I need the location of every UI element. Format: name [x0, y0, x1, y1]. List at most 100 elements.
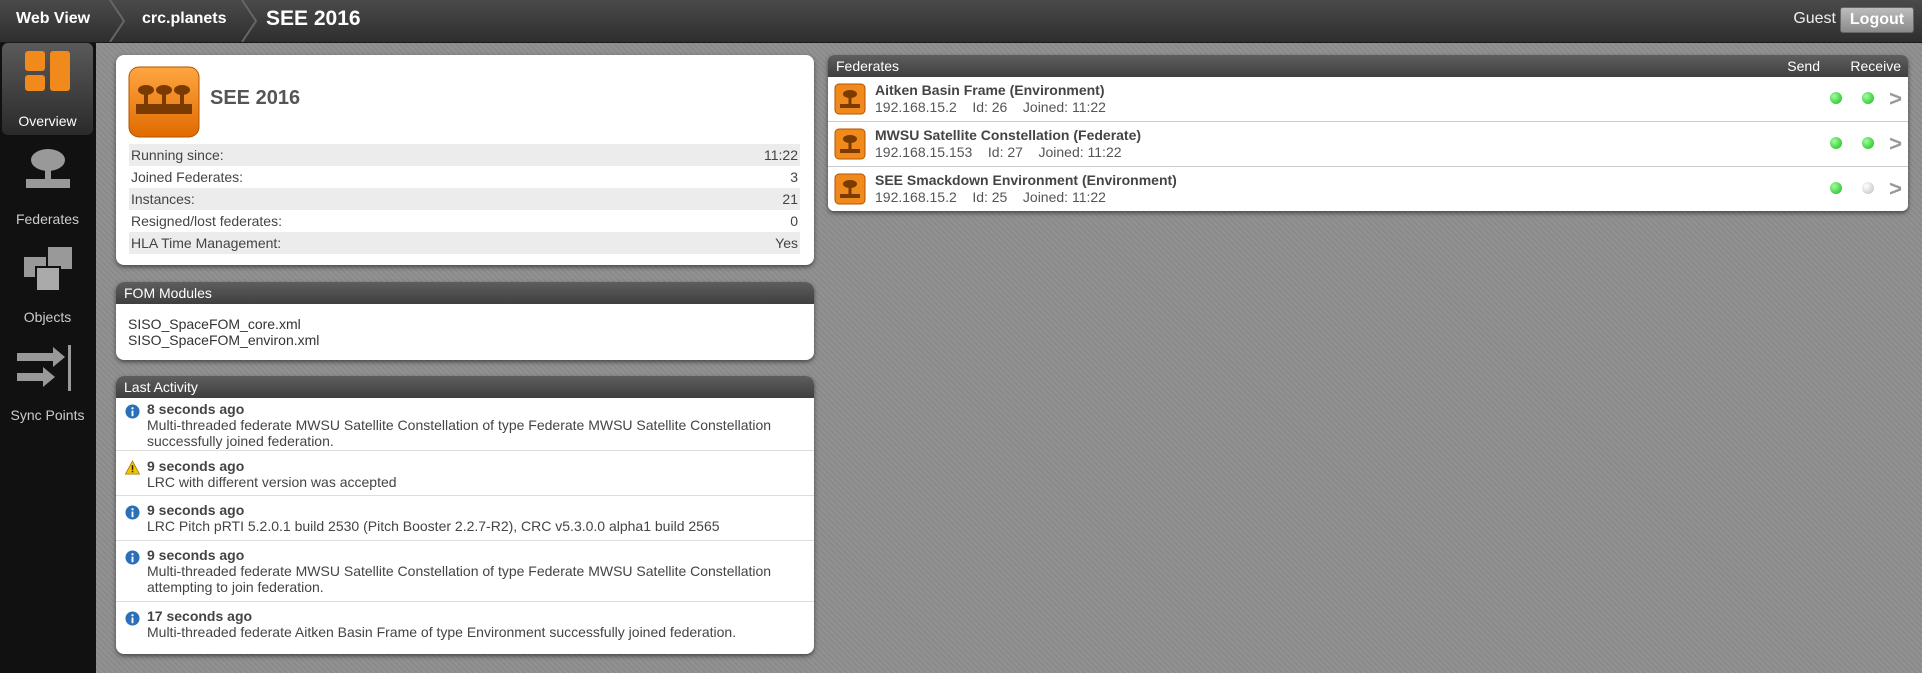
- sidebar-item-federates[interactable]: Federates: [2, 141, 93, 233]
- chevron-right-icon[interactable]: >: [1889, 176, 1902, 202]
- send-status-led: [1830, 182, 1842, 194]
- activity-item: 17 seconds ago Multi-threaded federate A…: [116, 602, 814, 644]
- breadcrumb-separator: [109, 0, 126, 42]
- stat-value: Yes: [775, 235, 798, 251]
- fom-module-item: SISO_SpaceFOM_environ.xml: [128, 332, 320, 348]
- info-icon: [125, 505, 140, 520]
- federate-info: 192.168.15.153 Id: 27 Joined: 11:22: [875, 144, 1122, 160]
- receive-status-led: [1862, 137, 1874, 149]
- panel-title: FOM Modules: [116, 282, 814, 304]
- user-name: Guest: [1793, 10, 1836, 27]
- last-activity-panel: Last Activity 8 seconds ago Multi-thread…: [116, 376, 814, 654]
- send-column-header: Send: [1787, 58, 1820, 74]
- activity-message: attempting to join federation.: [147, 579, 324, 595]
- federate-ip: 192.168.15.2: [875, 189, 957, 205]
- panel-title: Federates: [836, 58, 900, 74]
- activity-message: successfully joined federation.: [147, 433, 334, 449]
- chevron-right-icon[interactable]: >: [1889, 131, 1902, 157]
- panel-title: Last Activity: [116, 376, 814, 398]
- sync-points-icon: [16, 345, 71, 391]
- federate-row[interactable]: MWSU Satellite Constellation (Federate) …: [828, 122, 1908, 167]
- stat-time-management: HLA Time Management: Yes: [129, 232, 800, 254]
- federate-name: Aitken Basin Frame (Environment): [875, 82, 1105, 98]
- activity-time: 9 seconds ago: [147, 502, 245, 518]
- info-icon: [125, 550, 140, 565]
- federate-id: Id: 26: [972, 99, 1008, 115]
- stat-label: HLA Time Management:: [131, 235, 282, 251]
- activity-time: 17 seconds ago: [147, 608, 253, 624]
- stat-value: 11:22: [764, 147, 798, 163]
- logout-button[interactable]: Logout: [1840, 7, 1914, 33]
- federate-name: MWSU Satellite Constellation (Federate): [875, 127, 1142, 143]
- federate-joined: Joined: 11:22: [1038, 144, 1122, 160]
- stat-running-since: Running since: 11:22: [129, 144, 800, 166]
- activity-time: 9 seconds ago: [147, 458, 245, 474]
- federation-title: SEE 2016: [210, 87, 301, 109]
- federation-stats: Running since: 11:22 Joined Federates: 3 I…: [116, 144, 814, 254]
- breadcrumb-current: SEE 2016: [266, 7, 361, 30]
- activity-time: 9 seconds ago: [147, 547, 245, 563]
- fom-module-item: SISO_SpaceFOM_core.xml: [128, 316, 301, 332]
- info-icon: [125, 404, 140, 419]
- federate-joined: Joined: 11:22: [1022, 189, 1106, 205]
- activity-item: 8 seconds ago Multi-threaded federate MW…: [116, 398, 814, 451]
- federate-info: 192.168.15.2 Id: 26 Joined: 11:22: [875, 99, 1106, 115]
- federate-row[interactable]: Aitken Basin Frame (Environment) 192.168…: [828, 77, 1908, 122]
- federate-row[interactable]: SEE Smackdown Environment (Environment) …: [828, 167, 1908, 211]
- federate-ip: 192.168.15.2: [875, 99, 957, 115]
- federate-icon: [834, 128, 866, 160]
- stat-value: 0: [790, 213, 798, 229]
- breadcrumb-crc-planets[interactable]: crc.planets: [142, 0, 226, 42]
- stat-label: Running since:: [131, 147, 224, 163]
- activity-message: Multi-threaded federate MWSU Satellite C…: [147, 563, 772, 579]
- stat-value: 3: [790, 169, 798, 185]
- federates-icon: [25, 149, 70, 188]
- federate-joined: Joined: 11:22: [1022, 99, 1106, 115]
- stat-instances: Instances: 21: [129, 188, 800, 210]
- federate-id: Id: 27: [987, 144, 1023, 160]
- activity-message: LRC Pitch pRTI 5.2.0.1 build 2530 (Pitch…: [147, 518, 720, 534]
- breadcrumb-web-view[interactable]: Web View: [16, 0, 90, 42]
- sidebar-item-sync-points[interactable]: Sync Points: [2, 337, 93, 429]
- receive-status-led: [1862, 92, 1874, 104]
- activity-item: 9 seconds ago LRC with different version…: [116, 451, 814, 496]
- federation-summary-panel: SEE 2016 Running since: 11:22 Joined Fede…: [116, 55, 814, 265]
- objects-icon: [23, 247, 72, 292]
- stat-value: 21: [782, 191, 798, 207]
- sidebar-item-overview[interactable]: Overview: [2, 43, 93, 135]
- receive-column-header: Receive: [1850, 58, 1901, 74]
- sidebar-item-label: Overview: [18, 113, 77, 129]
- activity-time: 8 seconds ago: [147, 401, 245, 417]
- warning-icon: [125, 460, 140, 475]
- sidebar-item-label: Sync Points: [10, 407, 85, 423]
- federate-ip: 192.168.15.153: [875, 144, 973, 160]
- stat-label: Resigned/lost federates:: [131, 213, 282, 229]
- info-icon: [125, 611, 140, 626]
- sidebar-item-label: Federates: [15, 211, 80, 227]
- chevron-right-icon[interactable]: >: [1889, 86, 1902, 112]
- activity-list: 8 seconds ago Multi-threaded federate MW…: [116, 398, 814, 644]
- overview-icon: [24, 51, 70, 91]
- send-status-led: [1830, 92, 1842, 104]
- sidebar-item-label: Objects: [23, 309, 72, 325]
- top-bar: Web View crc.planets SEE 2016 Guest Logo…: [0, 0, 1922, 43]
- send-status-led: [1830, 137, 1842, 149]
- stat-label: Joined Federates:: [131, 169, 244, 185]
- fom-modules-panel: FOM Modules SISO_SpaceFOM_core.xml SISO_…: [116, 282, 814, 360]
- receive-status-led: [1862, 182, 1874, 194]
- activity-message: Multi-threaded federate MWSU Satellite C…: [147, 417, 772, 433]
- federate-name: SEE Smackdown Environment (Environment): [875, 172, 1177, 188]
- federate-id: Id: 25: [972, 189, 1008, 205]
- fom-module-list: SISO_SpaceFOM_core.xml SISO_SpaceFOM_env…: [116, 304, 814, 348]
- stat-label: Instances:: [131, 191, 195, 207]
- activity-message: LRC with different version was accepted: [147, 474, 397, 490]
- sidebar-item-objects[interactable]: Objects: [2, 239, 93, 331]
- sidebar: Overview Federates Objects Sync Points: [0, 43, 96, 673]
- activity-message: Multi-threaded federate Aitken Basin Fra…: [147, 624, 737, 640]
- activity-item: 9 seconds ago Multi-threaded federate MW…: [116, 541, 814, 602]
- federate-icon: [834, 83, 866, 115]
- stat-resigned-federates: Resigned/lost federates: 0: [129, 210, 800, 232]
- breadcrumb-separator: [241, 0, 258, 42]
- federate-icon: [834, 173, 866, 205]
- stat-joined-federates: Joined Federates: 3: [129, 166, 800, 188]
